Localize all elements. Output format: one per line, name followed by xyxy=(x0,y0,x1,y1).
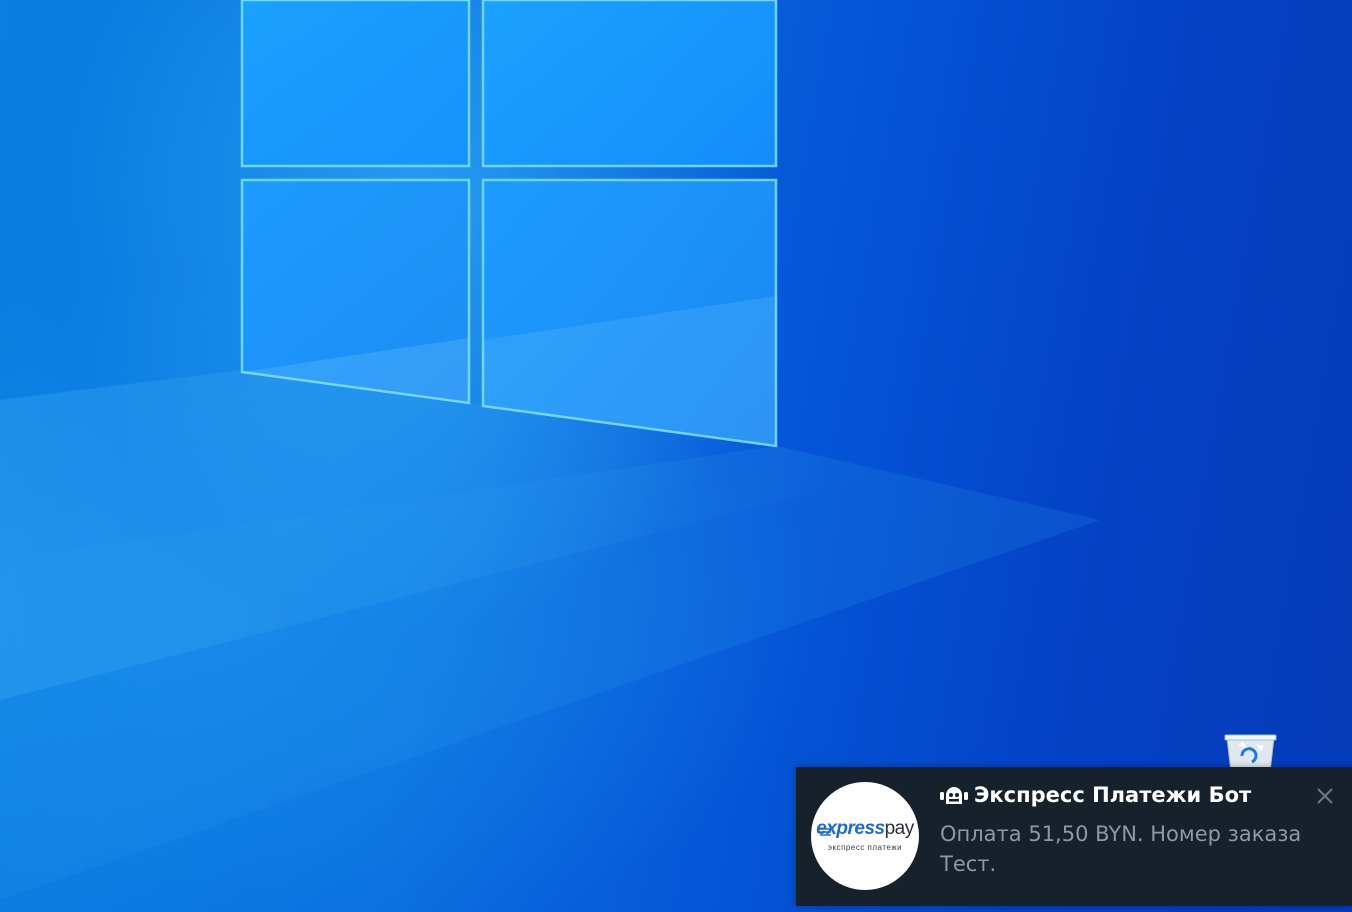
desktop[interactable]: expresspay экспресс платежи Экспресс Пла… xyxy=(0,0,1352,912)
avatar-logo-tagline: экспресс платежи xyxy=(827,843,903,852)
express-pay-avatar: expresspay экспресс платежи xyxy=(811,782,919,890)
avatar-logo: expresspay xyxy=(816,818,914,839)
notification-title: Экспресс Платежи Бот xyxy=(974,783,1252,807)
recycle-bin-icon[interactable] xyxy=(1222,732,1282,773)
close-icon[interactable] xyxy=(1314,785,1336,807)
notification-header: Экспресс Платежи Бот xyxy=(940,780,1251,810)
notification-toast[interactable]: expresspay экспресс платежи Экспресс Пла… xyxy=(796,767,1352,906)
bot-icon xyxy=(940,787,968,804)
notification-message: Оплата 51,50 BYN. Номер заказа Тест. xyxy=(940,822,1302,876)
